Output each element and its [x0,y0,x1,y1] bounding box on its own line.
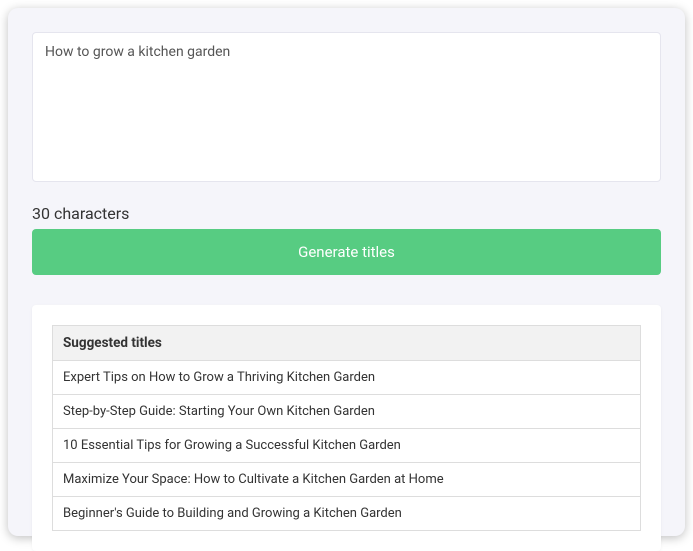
title-cell: 10 Essential Tips for Growing a Successf… [53,429,641,463]
title-generator-card: 30 characters Generate titles Suggested … [8,8,685,536]
title-cell: Expert Tips on How to Grow a Thriving Ki… [53,361,641,395]
table-row: 10 Essential Tips for Growing a Successf… [53,429,641,463]
results-panel: Suggested titles Expert Tips on How to G… [32,305,661,551]
suggested-titles-table: Suggested titles Expert Tips on How to G… [52,325,641,531]
table-row: Beginner's Guide to Building and Growing… [53,497,641,531]
table-row: Maximize Your Space: How to Cultivate a … [53,463,641,497]
title-cell: Step-by-Step Guide: Starting Your Own Ki… [53,395,641,429]
topic-input[interactable] [32,32,661,182]
table-row: Step-by-Step Guide: Starting Your Own Ki… [53,395,641,429]
suggested-titles-header: Suggested titles [53,326,641,361]
title-cell: Beginner's Guide to Building and Growing… [53,497,641,531]
generate-titles-button[interactable]: Generate titles [32,229,661,275]
table-row: Expert Tips on How to Grow a Thriving Ki… [53,361,641,395]
character-count: 30 characters [32,204,661,223]
title-cell: Maximize Your Space: How to Cultivate a … [53,463,641,497]
